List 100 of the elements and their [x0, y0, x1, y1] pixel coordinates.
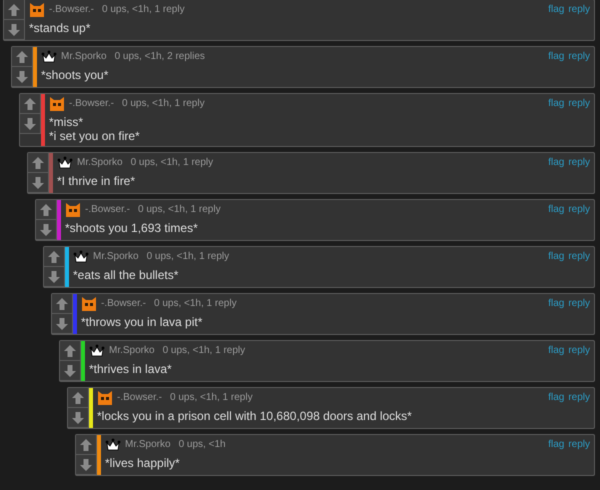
username[interactable]: -.Bowser.-: [69, 98, 114, 109]
comment-meta: 0 ups, <1h, 1 reply: [146, 251, 230, 262]
upvote-button[interactable]: [36, 200, 57, 220]
username[interactable]: -.Bowser.-: [101, 298, 146, 309]
upvote-button[interactable]: [12, 47, 33, 67]
action-link[interactable]: reply: [568, 392, 590, 403]
downvote-button[interactable]: [20, 114, 41, 134]
comment-meta: 0 ups, <1h, 1 reply: [122, 98, 205, 109]
action-link[interactable]: flag: [548, 345, 564, 356]
downvote-button[interactable]: [36, 220, 57, 240]
arrow-up-icon: [79, 438, 93, 452]
arrow-down-icon: [15, 70, 29, 84]
arrow-up-icon: [47, 250, 61, 264]
crown-avatar-icon: [41, 48, 57, 64]
arrow-down-icon: [63, 364, 77, 378]
upvote-button[interactable]: [4, 0, 25, 20]
comment-meta: 0 ups, <1h, 2 replies: [114, 51, 205, 62]
username[interactable]: Mr.Sporko: [109, 345, 155, 356]
crown-avatar-icon: [105, 436, 121, 452]
comment-text: *locks you in a prison cell with 10,680,098 doors and locks*: [97, 408, 413, 423]
crown-avatar-icon: [89, 342, 105, 358]
action-link[interactable]: reply: [568, 157, 590, 168]
cat-avatar-icon: [97, 390, 113, 406]
comment-text: *I thrive in fire*: [57, 173, 136, 188]
action-link[interactable]: reply: [568, 345, 590, 356]
comment-text: *lives happily*: [105, 455, 181, 470]
comment-meta: 0 ups, <1h, 1 reply: [138, 204, 221, 215]
comment-text: *shoots you*: [41, 67, 110, 82]
action-link[interactable]: flag: [548, 98, 564, 109]
upvote-button[interactable]: [76, 435, 97, 455]
comment-text: *throws you in lava pit*: [81, 314, 204, 329]
cat-avatar-icon: [81, 296, 97, 312]
comment-meta: 0 ups, <1h, 1 reply: [170, 392, 253, 403]
upvote-button[interactable]: [44, 247, 65, 267]
upvote-button[interactable]: [60, 341, 81, 361]
comment-meta: 0 ups, <1h, 1 reply: [102, 4, 185, 15]
username[interactable]: Mr.Sporko: [125, 439, 171, 450]
arrow-up-icon: [39, 202, 53, 216]
comment-text: *eats all the bullets*: [73, 267, 180, 282]
username[interactable]: -.Bowser.-: [85, 204, 130, 215]
action-link[interactable]: flag: [548, 4, 564, 15]
comment-text: *stands up*: [29, 20, 92, 35]
action-link[interactable]: reply: [568, 98, 590, 109]
arrow-down-icon: [23, 116, 37, 130]
downvote-button[interactable]: [60, 361, 81, 381]
comment-meta: 0 ups, <1h, 1 reply: [130, 157, 214, 168]
arrow-up-icon: [15, 50, 29, 64]
action-link[interactable]: flag: [548, 298, 564, 309]
cat-avatar-icon: [65, 202, 81, 218]
upvote-button[interactable]: [68, 388, 89, 408]
downvote-button[interactable]: [68, 408, 89, 428]
action-link[interactable]: reply: [568, 439, 590, 450]
arrow-up-icon: [31, 156, 45, 170]
downvote-button[interactable]: [76, 455, 97, 475]
action-link[interactable]: reply: [568, 204, 590, 215]
cat-avatar-icon: [49, 96, 65, 112]
arrow-down-icon: [55, 316, 69, 330]
username[interactable]: -.Bowser.-: [49, 4, 94, 15]
arrow-down-icon: [71, 410, 85, 424]
comment-text: *thrives in lava*: [89, 361, 173, 376]
upvote-button[interactable]: [20, 94, 41, 114]
action-link[interactable]: reply: [568, 298, 590, 309]
arrow-down-icon: [7, 22, 21, 36]
crown-avatar-icon: [73, 248, 89, 264]
downvote-button[interactable]: [12, 67, 33, 87]
action-link[interactable]: flag: [548, 204, 564, 215]
arrow-down-icon: [79, 458, 93, 472]
arrow-up-icon: [55, 296, 69, 310]
crown-avatar-icon: [57, 154, 73, 170]
downvote-button[interactable]: [52, 314, 73, 334]
arrow-up-icon: [23, 96, 37, 110]
comment-meta: 0 ups, <1h, 1 reply: [154, 298, 237, 309]
action-link[interactable]: flag: [548, 51, 564, 62]
username[interactable]: Mr.Sporko: [77, 157, 123, 168]
downvote-button[interactable]: [4, 20, 25, 40]
downvote-button[interactable]: [44, 267, 65, 287]
action-link[interactable]: flag: [548, 439, 564, 450]
comment-text: *shoots you 1,693 times*: [65, 220, 199, 235]
comment-meta: 0 ups, <1h: [178, 439, 226, 450]
upvote-button[interactable]: [52, 294, 73, 314]
action-link[interactable]: flag: [548, 251, 564, 262]
arrow-down-icon: [31, 176, 45, 190]
action-link[interactable]: flag: [548, 392, 564, 403]
action-link[interactable]: reply: [568, 51, 590, 62]
cat-avatar-icon: [29, 2, 45, 18]
action-link[interactable]: flag: [548, 157, 564, 168]
arrow-up-icon: [7, 2, 21, 16]
upvote-button[interactable]: [28, 153, 49, 173]
arrow-down-icon: [39, 222, 53, 236]
arrow-down-icon: [47, 270, 61, 284]
username[interactable]: -.Bowser.-: [117, 392, 162, 403]
action-link[interactable]: reply: [568, 251, 590, 262]
downvote-button[interactable]: [28, 173, 49, 193]
action-link[interactable]: reply: [568, 4, 590, 15]
arrow-up-icon: [63, 344, 77, 358]
comment-text: *miss* *i set you on fire*: [49, 114, 141, 143]
arrow-up-icon: [71, 390, 85, 404]
username[interactable]: Mr.Sporko: [93, 251, 139, 262]
comment-meta: 0 ups, <1h, 1 reply: [162, 345, 246, 356]
username[interactable]: Mr.Sporko: [61, 51, 107, 62]
